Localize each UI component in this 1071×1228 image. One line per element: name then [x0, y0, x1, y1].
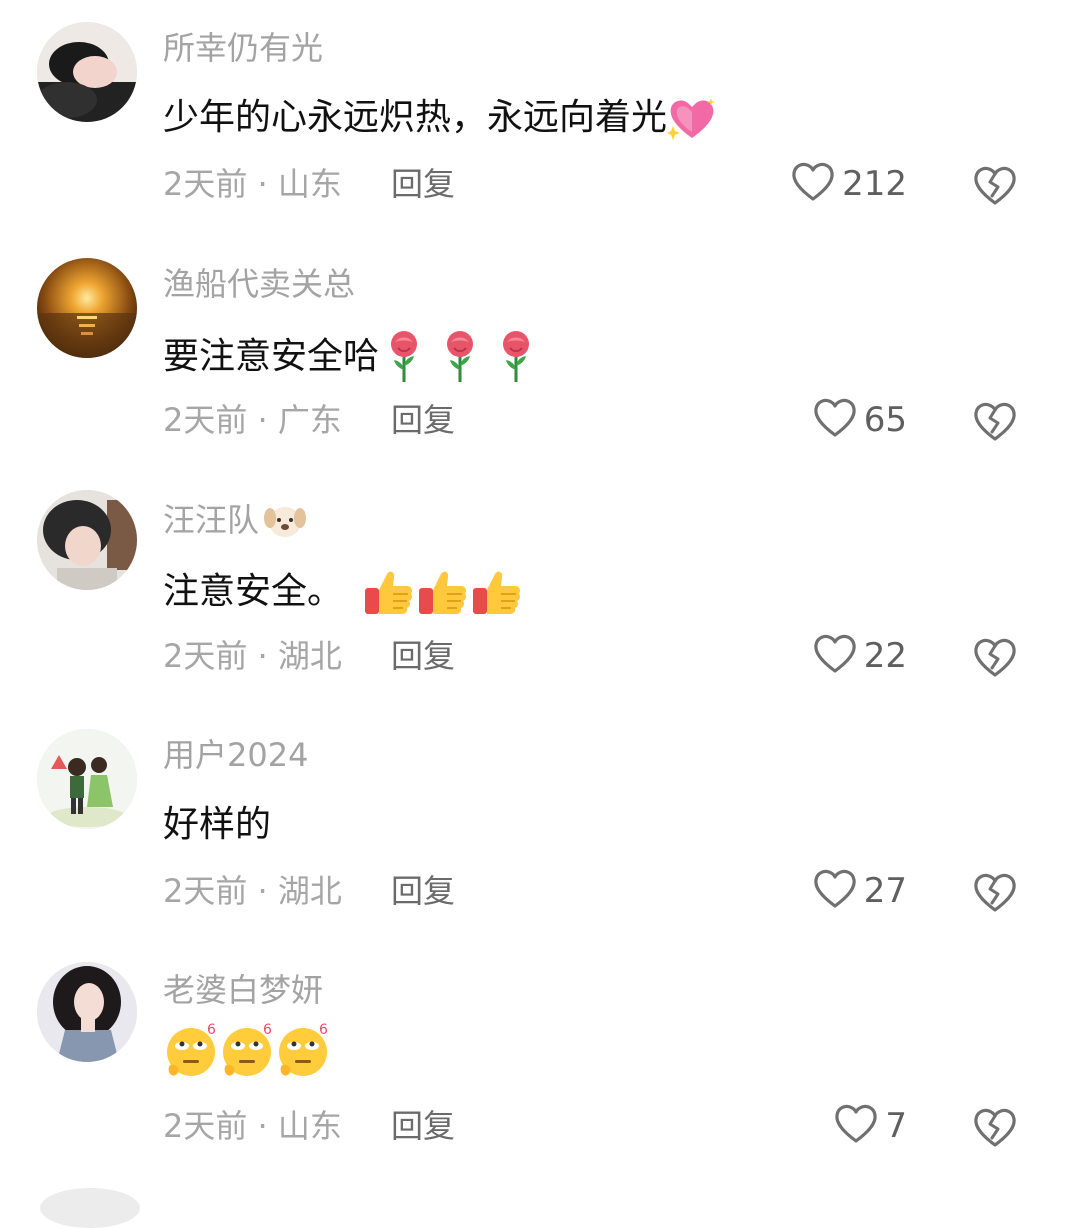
avatar[interactable]: [37, 962, 137, 1062]
heart-outline-icon: [812, 633, 858, 679]
like-count: 27: [863, 871, 907, 911]
heart-outline-icon: [790, 161, 836, 207]
comment-item: 汪汪队 注意安全。 2天前 · 湖北 回复 22: [0, 472, 1071, 702]
like-button[interactable]: 27: [812, 867, 907, 915]
comment-text: 6 6 6: [163, 1022, 331, 1080]
rose-icon: [391, 331, 418, 382]
avatar[interactable]: [37, 22, 137, 122]
avatar[interactable]: [37, 258, 137, 358]
broken-heart-icon: [972, 166, 1018, 212]
broken-heart-icon: [972, 1108, 1018, 1154]
heart-outline-icon: [812, 397, 858, 443]
rose-icon: [503, 331, 530, 382]
sparkling-heart-icon: [667, 96, 717, 140]
avatar[interactable]: [37, 729, 137, 829]
comment-meta: 2天前 · 山东: [163, 1107, 342, 1145]
comment-item: 老婆白梦妍 6 6 6 2天前 · 山东 回复 7: [0, 942, 1071, 1172]
reply-button[interactable]: 回复: [391, 636, 455, 676]
like-button[interactable]: 22: [812, 632, 907, 680]
username[interactable]: 渔船代卖关总: [163, 264, 355, 304]
eye-roll-six-icon: 6: [279, 1022, 328, 1076]
comment-text: 少年的心永远炽热，永远向着光: [163, 94, 717, 142]
comment-meta: 2天前 · 广东: [163, 401, 342, 439]
dislike-button[interactable]: [972, 869, 1018, 915]
reply-button[interactable]: 回复: [391, 164, 455, 204]
username[interactable]: 老婆白梦妍: [163, 970, 323, 1010]
dog-face-icon: [263, 500, 307, 540]
comment-text: 要注意安全哈: [163, 330, 539, 384]
like-count: 65: [863, 400, 907, 440]
like-button[interactable]: 212: [790, 160, 907, 208]
comment-text: 注意安全。: [163, 566, 523, 618]
heart-outline-icon: [833, 1103, 879, 1149]
username[interactable]: 所幸仍有光: [163, 28, 323, 68]
heart-outline-icon: [812, 868, 858, 914]
reply-button[interactable]: 回复: [391, 871, 455, 911]
svg-text:6: 6: [263, 1022, 272, 1038]
dislike-button[interactable]: [972, 1104, 1018, 1150]
eye-roll-six-icon: 6: [167, 1022, 216, 1076]
username[interactable]: 用户2024: [163, 735, 308, 775]
like-button[interactable]: 7: [833, 1102, 907, 1150]
comment-meta: 2天前 · 湖北: [163, 637, 342, 675]
like-count: 7: [885, 1106, 907, 1146]
eye-roll-six-icon: 6: [223, 1022, 272, 1076]
dislike-button[interactable]: [972, 398, 1018, 444]
comment-meta: 2天前 · 山东: [163, 165, 342, 203]
next-avatar-partial: [40, 1188, 140, 1228]
comment-text: 好样的: [163, 804, 272, 845]
avatar[interactable]: [37, 490, 137, 590]
like-button[interactable]: 65: [812, 396, 907, 444]
reply-button[interactable]: 回复: [391, 1106, 455, 1146]
broken-heart-icon: [972, 402, 1018, 448]
like-count: 22: [863, 636, 907, 676]
comment-meta: 2天前 · 湖北: [163, 872, 342, 910]
svg-text:6: 6: [319, 1022, 328, 1038]
dislike-button[interactable]: [972, 634, 1018, 680]
comment-item: 渔船代卖关总 要注意安全哈 2天前 · 广东 回复 65: [0, 236, 1071, 466]
rose-icon: [447, 331, 474, 382]
dislike-button[interactable]: [972, 162, 1018, 208]
thumbs-up-icon: [365, 571, 413, 614]
comment-item: 用户2024 好样的 2天前 · 湖北 回复 27: [0, 707, 1071, 937]
username[interactable]: 汪汪队: [163, 500, 307, 540]
reply-button[interactable]: 回复: [391, 400, 455, 440]
broken-heart-icon: [972, 873, 1018, 919]
thumbs-up-icon: [473, 571, 521, 614]
like-count: 212: [842, 164, 907, 204]
thumbs-up-icon: [419, 571, 467, 614]
svg-text:6: 6: [207, 1022, 216, 1038]
comment-item: 所幸仍有光 少年的心永远炽热，永远向着光 2天前 · 山东 回复 212: [0, 0, 1071, 230]
broken-heart-icon: [972, 638, 1018, 684]
